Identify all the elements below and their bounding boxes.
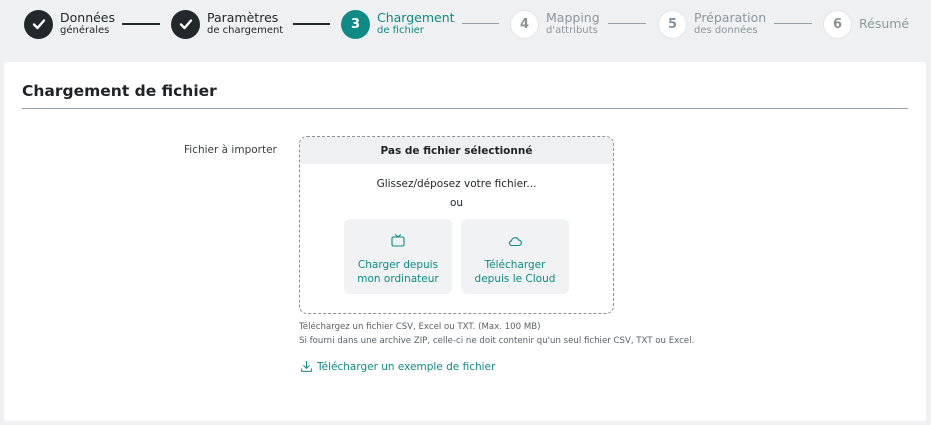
step-chargement-fichier[interactable]: 3 Chargement de fichier [341,9,455,39]
cloud-icon [509,237,522,247]
step-3-title: Chargement [377,9,455,25]
step-4-subtitle: d'attributs [546,25,598,37]
step-2-subtitle: de chargement [207,25,284,37]
step-4-number: 4 [510,9,539,39]
upload-from-cloud-label: Télécharger depuis le Cloud [474,259,556,285]
step-6-number: 6 [823,9,852,39]
file-dropzone[interactable]: Pas de fichier sélectionné Glissez/dépos… [299,136,614,314]
upload-help-text: Téléchargez un fichier CSV, Excel ou TXT… [299,320,694,348]
step-connector [774,23,812,24]
download-icon [301,360,312,372]
step-preparation-donnees[interactable]: 5 Préparation des données [658,9,766,39]
step-1-check-icon [24,9,53,39]
file-field-label: Fichier à importer [184,144,277,156]
step-3-subtitle: de fichier [377,25,424,37]
step-1-subtitle: générales [60,25,110,37]
step-connector [293,23,330,25]
step-5-number: 5 [658,9,687,39]
step-parametres-chargement[interactable]: Paramètres de chargement [171,9,283,39]
or-separator: ou [449,197,464,209]
step-connector [122,23,160,25]
step-5-title: Préparation [694,9,767,25]
step-mapping-attributs[interactable]: 4 Mapping d'attributs [510,9,600,39]
upload-help-line-2: Si fourni dans une archive ZIP, celle-ci… [299,336,695,346]
file-upload-card: Chargement de fichier Fichier à importer… [4,62,926,421]
step-1-title: Données [60,9,116,25]
stepper: Données générales Paramètres de chargeme… [0,0,931,48]
step-5-subtitle: des données [694,25,758,37]
step-2-title: Paramètres [207,9,279,25]
upload-from-computer-button[interactable]: Charger depuis mon ordinateur [344,219,452,294]
drag-drop-text: Glissez/déposez votre fichier... [376,178,537,190]
upload-help-line-1: Téléchargez un fichier CSV, Excel ou TXT… [299,322,541,332]
step-connector [462,23,499,24]
step-2-check-icon [171,9,200,39]
step-donnees-generales[interactable]: Données générales [24,9,115,39]
step-3-number: 3 [341,9,370,39]
step-resume[interactable]: 6 Résumé [823,9,909,39]
section-title: Chargement de fichier [22,82,217,100]
monitor-icon [391,234,405,247]
download-sample-label: Télécharger un exemple de fichier [317,360,496,373]
step-6-title: Résumé [859,15,910,31]
section-divider [22,108,908,109]
file-status: Pas de fichier sélectionné [300,137,613,164]
step-connector [608,23,646,24]
upload-from-cloud-button[interactable]: Télécharger depuis le Cloud [461,219,569,294]
step-4-title: Mapping [546,9,600,25]
download-sample-link[interactable]: Télécharger un exemple de fichier [300,360,495,373]
upload-from-computer-label: Charger depuis mon ordinateur [357,259,439,285]
